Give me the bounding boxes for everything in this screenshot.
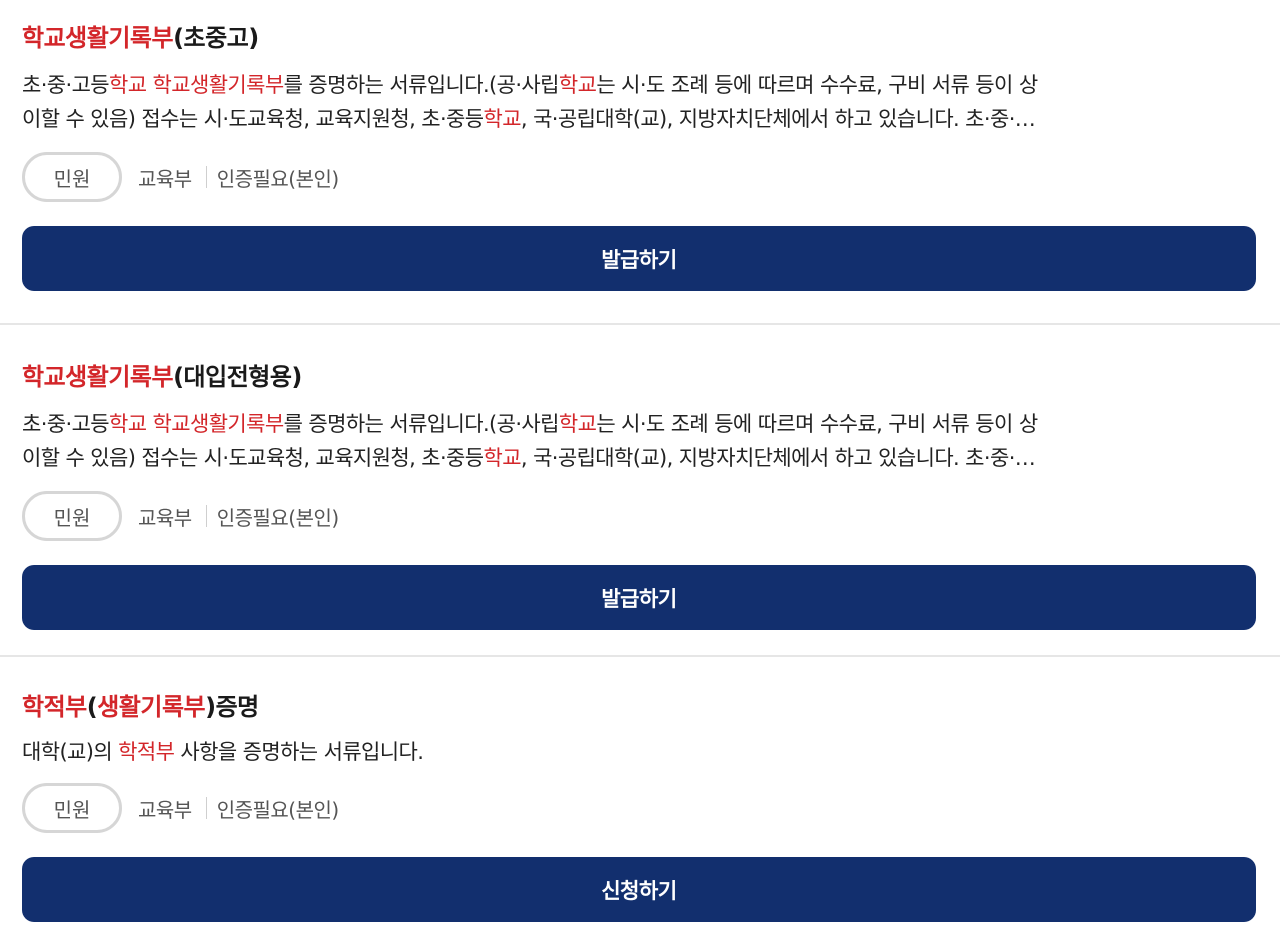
description-line: 초·중·고등학교 학교생활기록부를 증명하는 서류입니다.(공·사립학교는 시·… xyxy=(22,407,1256,441)
desc-text: 는 시·도 조례 등에 따르며 수수료, 구비 서류 등이 상 xyxy=(596,412,1038,436)
service-description: 초·중·고등학교 학교생활기록부를 증명하는 서류입니다.(공·사립학교는 시·… xyxy=(22,407,1256,475)
description-line: 초·중·고등학교 학교생활기록부를 증명하는 서류입니다.(공·사립학교는 시·… xyxy=(22,68,1256,102)
service-title[interactable]: 학교생활기록부(대입전형용) xyxy=(22,357,1256,397)
desc-text: , 국·공립대학(교), 지방자치단체에서 하고 있습니다. 초·중·… xyxy=(520,107,1036,131)
service-title[interactable]: 학적부(생활기록부)증명 xyxy=(22,687,1256,727)
service-result-list: 학교생활기록부(초중고) 초·중·고등학교 학교생활기록부를 증명하는 서류입니… xyxy=(0,0,1280,931)
desc-text: 이할 수 있음) 접수는 시·도교육청, 교육지원청, 초·중등 xyxy=(22,107,484,131)
meta-divider xyxy=(205,797,207,819)
desc-highlight: 학교 xyxy=(558,412,597,436)
service-item: 학교생활기록부(대입전형용) 초·중·고등학교 학교생활기록부를 증명하는 서류… xyxy=(0,323,1280,655)
title-rest: ( xyxy=(86,693,98,721)
agency-label: 교육부 xyxy=(138,797,192,822)
issue-button[interactable]: 발급하기 xyxy=(22,565,1256,630)
desc-text: 초·중·고등 xyxy=(22,73,110,97)
issue-button[interactable]: 발급하기 xyxy=(22,226,1256,291)
title-highlight: 학교생활기록부 xyxy=(22,24,174,52)
desc-text: 이할 수 있음) 접수는 시·도교육청, 교육지원청, 초·중등 xyxy=(22,446,484,470)
auth-requirement: 인증필요(본인) xyxy=(216,166,340,191)
description-line: 이할 수 있음) 접수는 시·도교육청, 교육지원청, 초·중등학교, 국·공립… xyxy=(22,102,1256,136)
auth-requirement: 인증필요(본인) xyxy=(216,505,340,530)
desc-text: 는 시·도 조례 등에 따르며 수수료, 구비 서류 등이 상 xyxy=(596,73,1038,97)
service-item: 학적부(생활기록부)증명 대학(교)의 학적부 사항을 증명하는 서류입니다. … xyxy=(0,655,1280,931)
agency-label: 교육부 xyxy=(138,505,192,530)
desc-highlight: 학교 xyxy=(558,73,597,97)
service-title[interactable]: 학교생활기록부(초중고) xyxy=(22,18,1256,58)
title-highlight: 학교생활기록부 xyxy=(22,363,174,391)
desc-text: 사항을 증명하는 서류입니다. xyxy=(174,740,424,764)
apply-button[interactable]: 신청하기 xyxy=(22,857,1256,922)
description-line: 대학(교)의 학적부 사항을 증명하는 서류입니다. xyxy=(22,735,1256,769)
meta-divider xyxy=(205,505,207,527)
desc-text: 대학(교)의 xyxy=(22,740,119,764)
service-meta: 민원 교육부 인증필요(본인) xyxy=(22,783,1256,833)
title-rest: (대입전형용) xyxy=(173,363,302,391)
desc-text: 를 증명하는 서류입니다.(공·사립 xyxy=(283,412,560,436)
desc-text: , 국·공립대학(교), 지방자치단체에서 하고 있습니다. 초·중·… xyxy=(520,446,1036,470)
auth-requirement: 인증필요(본인) xyxy=(216,797,340,822)
title-rest: )증명 xyxy=(205,693,259,721)
service-meta: 민원 교육부 인증필요(본인) xyxy=(22,491,1256,541)
service-description: 대학(교)의 학적부 사항을 증명하는 서류입니다. xyxy=(22,735,1256,769)
desc-text: 초·중·고등 xyxy=(22,412,110,436)
title-highlight: 생활기록부 xyxy=(97,693,206,721)
desc-highlight: 학적부 xyxy=(118,740,175,764)
title-rest: (초중고) xyxy=(173,24,259,52)
service-meta: 민원 교육부 인증필요(본인) xyxy=(22,152,1256,202)
desc-highlight: 학교 xyxy=(483,107,521,131)
service-item: 학교생활기록부(초중고) 초·중·고등학교 학교생활기록부를 증명하는 서류입니… xyxy=(0,0,1280,323)
type-badge: 민원 xyxy=(22,491,122,541)
service-description: 초·중·고등학교 학교생활기록부를 증명하는 서류입니다.(공·사립학교는 시·… xyxy=(22,68,1256,136)
description-line: 이할 수 있음) 접수는 시·도교육청, 교육지원청, 초·중등학교, 국·공립… xyxy=(22,441,1256,475)
desc-highlight: 학교 xyxy=(483,446,521,470)
type-badge: 민원 xyxy=(22,783,122,833)
desc-highlight: 학교 학교생활기록부 xyxy=(109,412,284,436)
desc-highlight: 학교 학교생활기록부 xyxy=(109,73,284,97)
title-highlight: 학적부 xyxy=(22,693,87,721)
meta-divider xyxy=(205,166,207,188)
desc-text: 를 증명하는 서류입니다.(공·사립 xyxy=(283,73,560,97)
type-badge: 민원 xyxy=(22,152,122,202)
agency-label: 교육부 xyxy=(138,166,192,191)
